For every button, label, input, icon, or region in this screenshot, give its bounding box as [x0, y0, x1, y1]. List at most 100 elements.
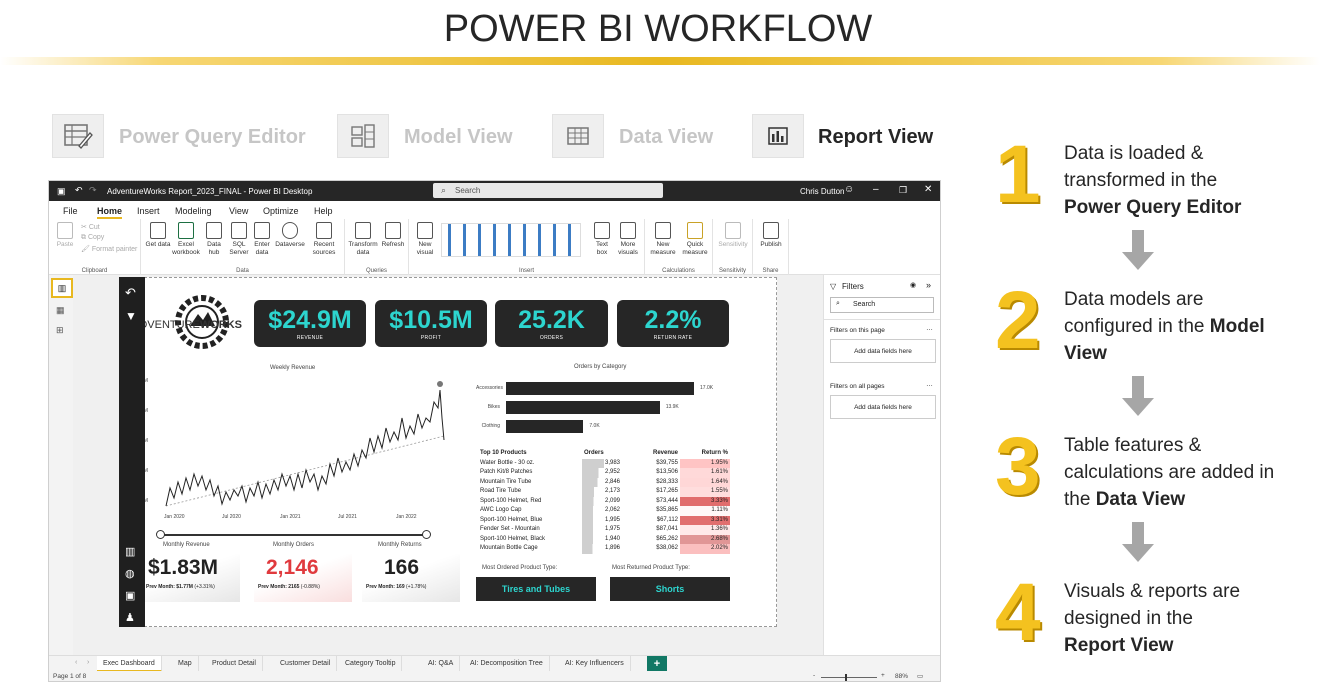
column-header[interactable]: Top 10 Products — [478, 449, 582, 459]
users-icon[interactable]: ♟ — [125, 611, 135, 624]
tab-view[interactable]: View — [229, 206, 248, 216]
dataverse-button[interactable]: Dataverse — [274, 222, 306, 249]
collapse-pane-icon[interactable]: » — [926, 280, 931, 290]
refresh-button[interactable]: Refresh — [380, 222, 406, 249]
quick-measure-button[interactable]: Quick measure — [679, 222, 711, 257]
globe-icon[interactable]: ◍ — [125, 567, 135, 580]
tab-optimize[interactable]: Optimize — [263, 206, 299, 216]
orders-by-category-chart[interactable]: Accessories 17.0K Bikes 13.9K Clothing 7.0K — [476, 382, 771, 440]
account-icon[interactable]: ☺ — [844, 184, 854, 195]
prev-page-icon[interactable]: ‹ — [75, 659, 77, 666]
table-row[interactable]: Mountain Bottle Cage 1,896 $38,062 2.02% — [478, 544, 730, 554]
paste-button[interactable]: Paste — [55, 222, 75, 249]
copy-button[interactable]: ⧉ Copy — [81, 234, 104, 242]
table-row[interactable]: Patch Kit/8 Patches 2,952 $13,506 1.61% — [478, 468, 730, 478]
column-header[interactable]: Orders — [582, 449, 622, 459]
page-tab[interactable]: Exec Dashboard — [97, 656, 162, 672]
kpi-card-revenue[interactable]: $24.9M REVENUE — [254, 300, 366, 347]
kpi-card-profit[interactable]: $10.5M PROFIT — [375, 300, 487, 347]
visual-gallery[interactable] — [441, 223, 581, 257]
get-data-button[interactable]: Get data — [145, 222, 171, 249]
tab-insert[interactable]: Insert — [137, 206, 160, 216]
add-page-filter-well[interactable]: Add data fields here — [830, 339, 936, 363]
transform-data-button[interactable]: Transform data — [347, 222, 379, 257]
more-visuals-button[interactable]: More visuals — [614, 222, 642, 257]
zoom-in-icon[interactable]: + — [881, 672, 885, 679]
data-hub-button[interactable]: Data hub — [202, 222, 226, 257]
close-icon[interactable]: ✕ — [924, 184, 932, 195]
tab-home[interactable]: Home — [97, 206, 123, 219]
zoom-slider-thumb[interactable] — [845, 674, 847, 681]
next-page-icon[interactable]: › — [87, 659, 89, 666]
filters-search-input[interactable]: ⌕ Search — [830, 297, 934, 313]
add-all-pages-filter-well[interactable]: Add data fields here — [830, 395, 936, 419]
category-bar[interactable] — [506, 382, 694, 395]
text-box-button[interactable]: Text box — [591, 222, 613, 257]
page-tab[interactable]: AI: Decomposition Tree — [464, 656, 550, 672]
save-icon[interactable]: ▣ — [57, 186, 66, 197]
column-header[interactable]: Return % — [680, 449, 730, 459]
kpi-card-return-rate[interactable]: 2.2% RETURN RATE — [617, 300, 729, 347]
most-returned-value-card[interactable]: Shorts — [610, 577, 730, 601]
search-box[interactable]: ⌕ Search — [433, 183, 663, 198]
table-row[interactable]: AWC Logo Cap 2,062 $35,865 1.11% — [478, 506, 730, 516]
date-slider-track[interactable] — [160, 534, 428, 536]
weekly-revenue-chart[interactable]: $0.5M $0.4M $0.3M $0.2M $0.1M Jan 2020 J… — [134, 378, 452, 526]
undo-icon[interactable]: ↶ — [75, 185, 83, 196]
redo-icon[interactable]: ↷ — [89, 185, 97, 196]
date-slider-end-handle[interactable] — [422, 530, 431, 539]
page-tab[interactable]: Customer Detail — [274, 656, 338, 672]
report-view-rail-icon[interactable]: ▥ — [51, 278, 73, 298]
page-tab[interactable]: Map — [172, 656, 199, 672]
kpi-card-orders[interactable]: 25.2K ORDERS — [495, 300, 608, 347]
most-ordered-value-card[interactable]: Tires and Tubes — [476, 577, 596, 601]
table-row[interactable]: Mountain Tire Tube 2,846 $28,333 1.64% — [478, 477, 730, 487]
new-visual-button[interactable]: New visual — [413, 222, 437, 257]
excel-workbook-button[interactable]: Excel workbook — [171, 222, 201, 257]
tab-file[interactable]: File — [63, 206, 78, 216]
enter-data-button[interactable]: Enter data — [251, 222, 273, 257]
eye-icon[interactable]: ◉ — [910, 281, 916, 289]
category-bar[interactable] — [506, 420, 584, 433]
fit-page-icon[interactable]: ▭ — [917, 672, 923, 680]
more-options-icon[interactable]: … — [926, 381, 933, 388]
zoom-out-icon[interactable]: - — [813, 672, 815, 679]
minimize-icon[interactable]: – — [873, 184, 879, 195]
recent-sources-button[interactable]: Recent sources — [307, 222, 341, 257]
sql-server-button[interactable]: SQL Server — [227, 222, 251, 257]
top-products-table[interactable]: Top 10 Products Orders Revenue Return % … — [478, 449, 730, 554]
restore-icon[interactable]: ❐ — [899, 185, 907, 196]
cut-button[interactable]: ✂ Cut — [81, 223, 100, 231]
tab-help[interactable]: Help — [314, 206, 333, 216]
new-measure-button[interactable]: New measure — [647, 222, 679, 257]
tab-modeling[interactable]: Modeling — [175, 206, 212, 216]
data-view-rail-icon[interactable]: ▦ — [56, 305, 65, 316]
format-painter-button[interactable]: 🖌 Format painter — [81, 245, 137, 253]
page-tab[interactable]: AI: Key Influencers — [559, 656, 631, 672]
page-tab[interactable]: Product Detail — [206, 656, 263, 672]
table-row[interactable]: Sport-100 Helmet, Red 2,099 $73,444 3.33% — [478, 496, 730, 506]
zoom-slider[interactable] — [821, 677, 877, 678]
monthly-orders-card[interactable]: 2,146 Prev Month: 2165 (-0.88%) — [254, 554, 352, 602]
page-tab[interactable]: Category Tooltip — [339, 656, 403, 672]
publish-button[interactable]: Publish — [755, 222, 787, 249]
sensitivity-button[interactable]: Sensitivity — [715, 222, 751, 249]
chart-icon[interactable]: ▥ — [125, 545, 135, 558]
filter-icon[interactable]: ▼ — [125, 309, 137, 323]
page-tab[interactable]: AI: Q&A — [422, 656, 461, 672]
table-row[interactable]: Fender Set - Mountain 1,975 $87,041 1.36% — [478, 525, 730, 535]
table-row[interactable]: Sport-100 Helmet, Black 1,940 $65,262 2.68% — [478, 534, 730, 544]
table-row[interactable]: Sport-100 Helmet, Blue 1,995 $67,112 3.31% — [478, 515, 730, 525]
back-icon[interactable]: ↶ — [125, 285, 136, 301]
category-bar[interactable] — [506, 401, 660, 414]
monthly-revenue-card[interactable]: $1.83M Prev Month: $1.77M (+3.31%) — [142, 554, 240, 602]
more-options-icon[interactable]: … — [926, 325, 933, 332]
table-row[interactable]: Road Tire Tube 2,173 $17,265 1.55% — [478, 487, 730, 497]
table-row[interactable]: Water Bottle - 30 oz. 3,983 $39,755 1.95% — [478, 458, 730, 468]
column-header[interactable]: Revenue — [622, 449, 680, 459]
model-view-rail-icon[interactable]: ⊞ — [56, 325, 64, 336]
date-slider-start-handle[interactable] — [156, 530, 165, 539]
monthly-returns-card[interactable]: 166 Prev Month: 169 (+1.78%) — [362, 554, 460, 602]
add-page-button[interactable]: + — [647, 656, 667, 672]
box-icon[interactable]: ▣ — [125, 589, 135, 602]
